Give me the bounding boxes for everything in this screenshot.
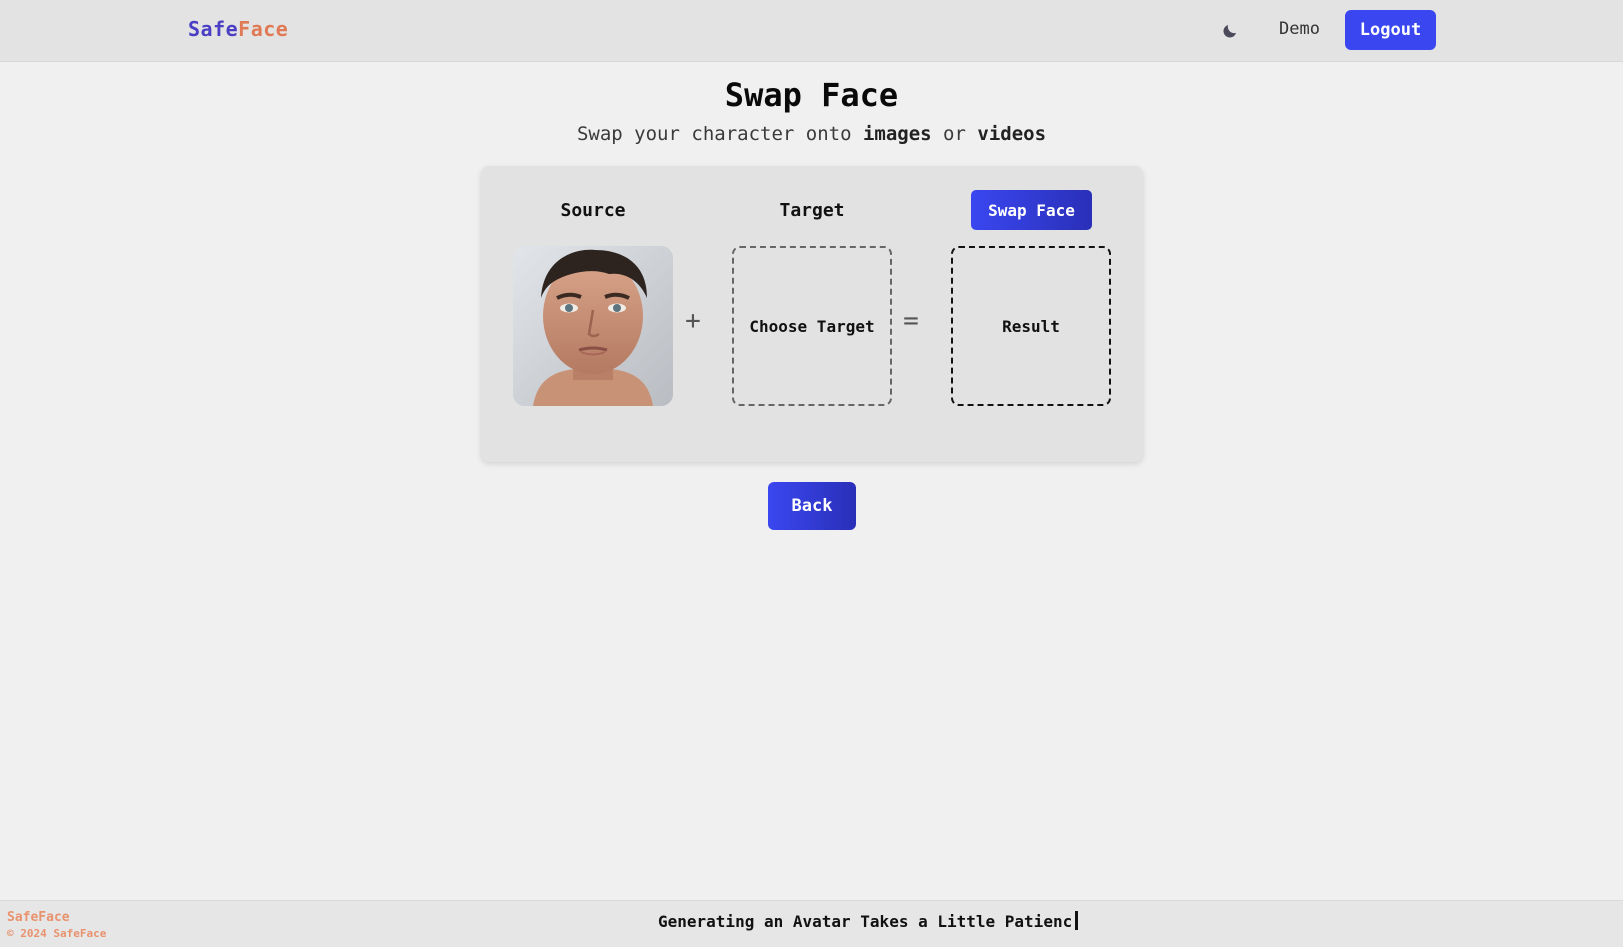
equals-icon: = (903, 306, 919, 336)
plus-icon: + (685, 306, 701, 336)
footer-brand: SafeFace (7, 910, 70, 925)
choose-target-box[interactable]: Choose Target (732, 246, 892, 406)
subtitle-or: or (931, 123, 978, 145)
target-label: Target (779, 200, 845, 221)
logout-button[interactable]: Logout (1345, 10, 1436, 50)
page-title: Swap Face (724, 76, 899, 114)
source-face-image[interactable] (513, 246, 673, 406)
typing-text: Generating an Avatar Takes a Little Pati… (658, 912, 1073, 931)
moon-icon[interactable] (1219, 20, 1241, 42)
subtitle-images: images (862, 123, 932, 145)
top-navbar: SafeFace Demo Logout (0, 0, 1623, 62)
swap-face-card: Source Target Swap Face + Choose Target … (481, 166, 1143, 462)
back-button[interactable]: Back (768, 482, 856, 530)
brand-logo-part2: Face (238, 17, 289, 41)
brand-logo-part1: Safe (188, 17, 239, 41)
brand-logo[interactable]: SafeFace (188, 17, 288, 41)
source-label: Source (560, 200, 626, 221)
text-caret (1075, 911, 1079, 930)
footer-copyright: © 2024 SafeFace (7, 927, 107, 940)
footer: SafeFace © 2024 SafeFace Generating an A… (0, 900, 1623, 947)
page-subtitle: Swap your character onto images or video… (0, 123, 1623, 145)
demo-link[interactable]: Demo (1279, 19, 1320, 39)
swap-face-button[interactable]: Swap Face (971, 190, 1092, 230)
typing-status: Generating an Avatar Takes a Little Pati… (658, 911, 1079, 931)
subtitle-videos: videos (977, 123, 1047, 145)
result-box: Result (951, 246, 1111, 406)
subtitle-prefix: Swap your character onto (576, 123, 863, 145)
